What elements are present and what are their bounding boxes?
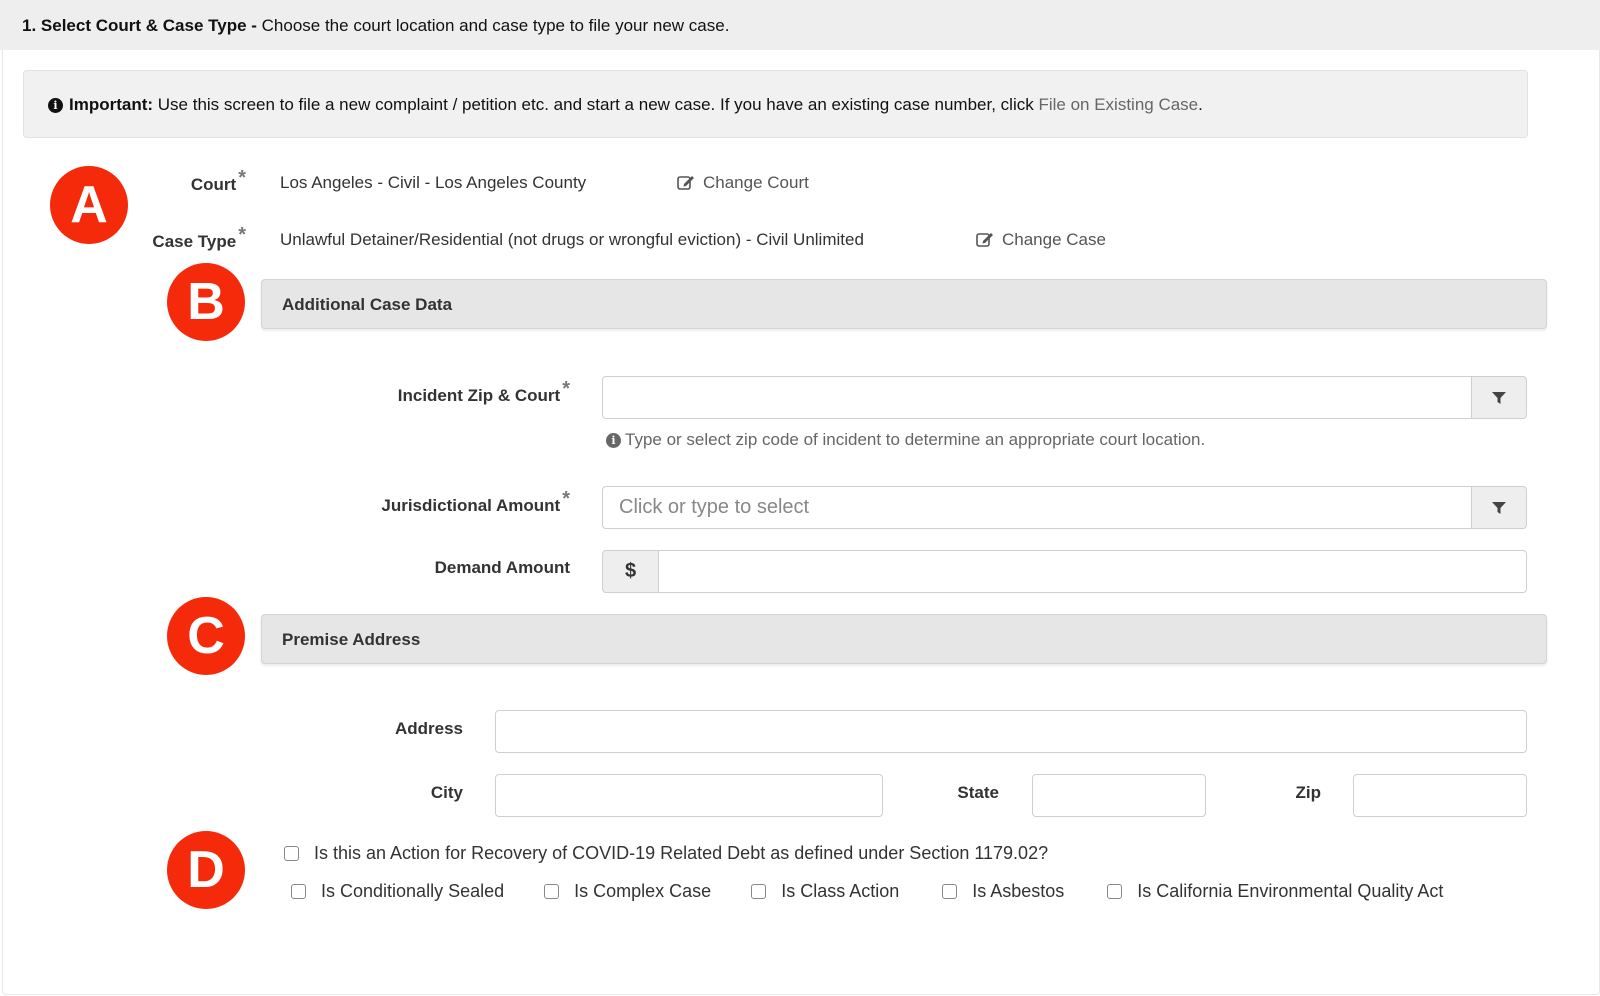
checkbox-box[interactable]: [751, 884, 767, 899]
checkbox-label: Is California Environmental Quality Act: [1137, 881, 1444, 901]
court-label-text: Court: [190, 175, 237, 194]
incident-zip-label: Incident Zip & Court *: [397, 378, 570, 407]
city-input[interactable]: [495, 774, 883, 817]
jurisdictional-amount-select[interactable]: [602, 486, 1472, 529]
checkbox-box[interactable]: [1107, 884, 1123, 899]
required-marker: *: [238, 167, 246, 189]
checkbox-label: Is Class Action: [781, 881, 900, 901]
required-marker: *: [562, 488, 570, 510]
incident-zip-filter-button[interactable]: [1471, 376, 1527, 419]
change-court-link[interactable]: Change Court: [677, 173, 809, 193]
state-input[interactable]: [1032, 774, 1206, 817]
zip-label: Zip: [1295, 783, 1322, 802]
state-label: State: [957, 783, 999, 802]
demand-amount-label: Demand Amount: [434, 558, 570, 577]
demand-amount-input[interactable]: [658, 550, 1527, 593]
filter-icon: [1492, 391, 1506, 404]
important-alert: i Important: Use this screen to file a ne…: [23, 70, 1528, 138]
checkbox-box[interactable]: [544, 884, 560, 899]
checkbox-label: Is Asbestos: [972, 881, 1065, 901]
currency-addon: $: [602, 550, 659, 593]
jurisdictional-amount-label-text: Jurisdictional Amount: [381, 496, 561, 515]
court-value: Los Angeles - Civil - Los Angeles County: [280, 173, 587, 192]
alert-text: Use this screen to file a new complaint …: [153, 95, 1039, 114]
asbestos-checkbox[interactable]: Is Asbestos: [942, 881, 1064, 902]
case-flags-row: Is Conditionally Sealed Is Complex Case …: [291, 881, 1443, 902]
info-circle-icon: i: [606, 433, 621, 448]
incident-zip-help-text: Type or select zip code of incident to d…: [625, 430, 1206, 449]
ceqa-checkbox[interactable]: Is California Environmental Quality Act: [1107, 881, 1443, 902]
jurisdictional-amount-filter-button[interactable]: [1471, 486, 1527, 529]
covid-debt-checkbox-row: Is this an Action for Recovery of COVID-…: [284, 843, 1048, 864]
city-label: City: [430, 783, 463, 802]
case-type-label: Case Type *: [152, 224, 246, 253]
alert-label: Important:: [69, 95, 154, 114]
step-title: 1. Select Court & Case Type -: [22, 16, 257, 35]
incident-zip-help: i Type or select zip code of incident to …: [606, 430, 1205, 450]
address-input[interactable]: [495, 710, 1527, 753]
checkbox-label: Is this an Action for Recovery of COVID-…: [314, 843, 1049, 863]
change-case-label: Change Case: [1002, 230, 1106, 249]
file-on-existing-case-link[interactable]: File on Existing Case: [1038, 95, 1198, 114]
filter-icon: [1492, 501, 1506, 514]
edit-icon: [677, 176, 694, 190]
marker-badge-b: B: [167, 263, 245, 341]
case-type-value: Unlawful Detainer/Residential (not drugs…: [280, 230, 864, 249]
covid-debt-checkbox[interactable]: Is this an Action for Recovery of COVID-…: [284, 843, 1048, 864]
premise-address-section[interactable]: Premise Address: [261, 614, 1547, 664]
checkbox-box[interactable]: [284, 846, 299, 861]
checkbox-label: Is Complex Case: [574, 881, 712, 901]
alert-suffix: .: [1198, 95, 1203, 114]
step-header: 1. Select Court & Case Type - Choose the…: [0, 0, 1600, 50]
step-header-text: 1. Select Court & Case Type - Choose the…: [22, 16, 729, 36]
change-court-label: Change Court: [703, 173, 809, 192]
jurisdictional-amount-label: Jurisdictional Amount *: [381, 488, 570, 517]
step-description: Choose the court location and case type …: [256, 16, 730, 35]
checkbox-box[interactable]: [942, 884, 958, 899]
required-marker: *: [562, 378, 570, 400]
section-title: Additional Case Data: [282, 295, 453, 314]
zip-input[interactable]: [1353, 774, 1527, 817]
info-circle-icon: i: [48, 98, 63, 113]
marker-badge-a: A: [50, 166, 128, 244]
edit-icon: [976, 233, 993, 247]
marker-badge-d: D: [167, 831, 245, 909]
class-action-checkbox[interactable]: Is Class Action: [751, 881, 899, 902]
marker-badge-c: C: [167, 597, 245, 675]
incident-zip-label-text: Incident Zip & Court: [397, 386, 561, 405]
court-label: Court *: [190, 167, 246, 196]
conditionally-sealed-checkbox[interactable]: Is Conditionally Sealed: [291, 881, 504, 902]
section-title: Premise Address: [282, 630, 421, 649]
complex-case-checkbox[interactable]: Is Complex Case: [544, 881, 711, 902]
checkbox-box[interactable]: [291, 884, 306, 899]
incident-zip-input[interactable]: [602, 376, 1472, 419]
case-type-label-text: Case Type: [152, 232, 237, 251]
checkbox-label: Is Conditionally Sealed: [321, 881, 505, 901]
required-marker: *: [238, 224, 246, 246]
change-case-link[interactable]: Change Case: [976, 230, 1106, 250]
address-label: Address: [394, 719, 463, 738]
additional-case-data-section[interactable]: Additional Case Data: [261, 279, 1547, 329]
